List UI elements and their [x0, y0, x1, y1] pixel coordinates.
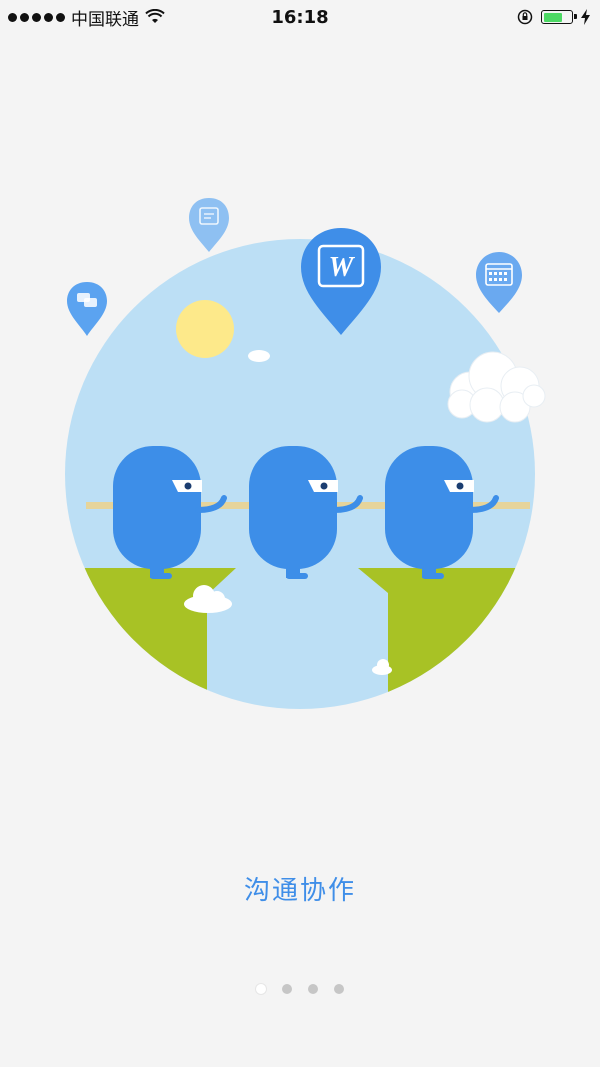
- page-dot-3[interactable]: [308, 984, 318, 994]
- collaboration-illustration: W: [65, 198, 546, 709]
- sun: [176, 300, 234, 358]
- page-indicator[interactable]: [0, 984, 600, 994]
- wifi-icon: [145, 9, 165, 23]
- slide-caption: 沟通协作: [243, 876, 356, 906]
- status-bar: 中国联通 16:18: [0, 0, 600, 34]
- page-dot-2[interactable]: [282, 984, 292, 994]
- status-right: [517, 9, 600, 25]
- note-pin-icon: [189, 198, 229, 252]
- carrier-label: 中国联通: [71, 9, 139, 30]
- charging-icon: [581, 9, 590, 25]
- page-dot-4[interactable]: [334, 984, 344, 994]
- calendar-pin-icon: [476, 252, 522, 313]
- battery-icon: [541, 10, 577, 24]
- orientation-lock-icon: [517, 9, 533, 25]
- status-left: 中国联通: [0, 5, 165, 30]
- svg-text:W: W: [329, 252, 356, 283]
- chat-pin-icon: [67, 282, 107, 336]
- page-dot-1[interactable]: [256, 984, 266, 994]
- small-cloud: [248, 350, 270, 362]
- signal-icon: [8, 12, 65, 22]
